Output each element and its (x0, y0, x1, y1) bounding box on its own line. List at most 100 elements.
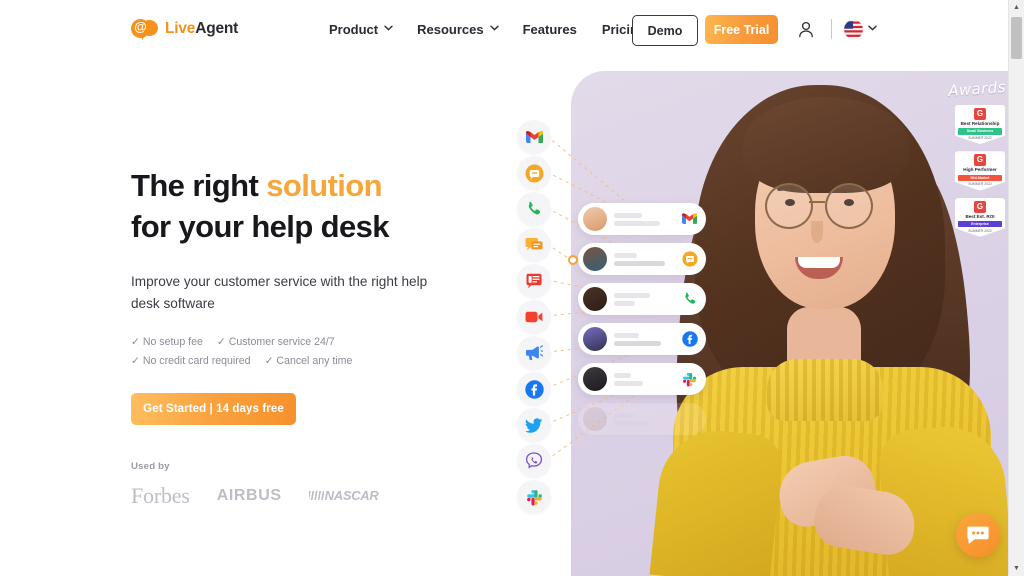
nascar-logo-text: NASCAR (324, 488, 379, 504)
avatar (583, 207, 607, 231)
site-header: @ LiveAgent Product Resources Features P… (0, 0, 1009, 59)
nascar-logo: NASCAR (308, 488, 379, 504)
avatar (583, 327, 607, 351)
get-started-button[interactable]: Get Started | 14 days free (131, 392, 296, 425)
twitter-icon[interactable] (517, 408, 551, 442)
scrollbar-thumb[interactable] (1011, 17, 1022, 59)
tick-row: ✓ No credit card required ✓ Cancel any t… (131, 352, 461, 372)
vertical-scrollbar[interactable]: ▲ ▼ (1008, 0, 1024, 576)
award-badge-category: Small Business (958, 128, 1002, 135)
forbes-logo: Forbes (131, 482, 190, 508)
facebook-icon (681, 331, 698, 348)
phone-icon (681, 291, 698, 308)
message-card[interactable] (578, 363, 706, 395)
us-flag-icon (844, 20, 863, 39)
award-badge-category: Enterprise (958, 220, 1002, 228)
slack-icon[interactable] (517, 480, 551, 514)
placeholder-icon (681, 411, 698, 428)
avatar (583, 367, 607, 391)
logo-word-agent: Agent (195, 20, 239, 37)
viber-icon[interactable] (517, 444, 551, 478)
slack-icon (681, 371, 698, 388)
award-badge-title: Best Est. ROI (965, 213, 995, 219)
g2-icon: G (974, 200, 986, 213)
video-icon[interactable] (517, 300, 551, 334)
messages-icon[interactable] (517, 156, 551, 190)
g2-icon: G (974, 154, 986, 167)
nav-item-product[interactable]: Product (329, 22, 393, 37)
logo-word-live: Live (165, 20, 196, 37)
tick-item: ✓ Customer service 24/7 (216, 335, 335, 348)
award-badge-season: SUMMER 2022 (968, 182, 992, 187)
chat-icon[interactable] (517, 228, 551, 262)
headline-line1-plain: The right (131, 168, 267, 203)
tick-item: ✓ No credit card required (131, 355, 251, 368)
card-placeholder-lines (614, 252, 681, 266)
nav-label-features: Features (522, 22, 577, 37)
card-placeholder-lines (614, 332, 681, 346)
feature-tick-list: ✓ No setup fee ✓ Customer service 24/7 ✓… (131, 333, 461, 372)
chevron-down-icon (384, 25, 393, 33)
nav-label-resources: Resources (417, 22, 484, 37)
scroll-down-arrow[interactable]: ▼ (1009, 561, 1024, 576)
card-placeholder-lines (614, 212, 681, 226)
award-badge: G Best Est. ROI Enterprise SUMMER 2022 (955, 197, 1005, 237)
award-badge-title: High Performer (963, 167, 997, 173)
hero-copy: The right solution for your help desk Im… (131, 165, 461, 509)
language-selector[interactable] (844, 20, 877, 39)
demo-button[interactable]: Demo (632, 15, 698, 46)
message-card[interactable] (578, 203, 706, 235)
avatar (583, 407, 607, 431)
page-title: The right solution for your help desk (131, 165, 461, 247)
tick-item: ✓ Cancel any time (264, 355, 353, 368)
message-card (578, 403, 706, 435)
messages-icon (681, 251, 698, 268)
award-badge-category: Mid-Market (958, 174, 1002, 181)
award-badge-season: SUMMER 2022 (968, 136, 992, 141)
card-placeholder-lines (614, 372, 681, 386)
phone-icon[interactable] (517, 192, 551, 226)
card-placeholder-lines (614, 412, 681, 426)
message-card[interactable] (578, 323, 706, 355)
header-divider (831, 19, 832, 39)
award-badge-title: Best Relationship (960, 121, 1000, 126)
g2-icon: G (974, 108, 986, 120)
headline-accent: solution (266, 168, 382, 203)
chevron-down-icon (489, 25, 499, 33)
nav-item-features[interactable]: Features (523, 22, 577, 37)
free-trial-button[interactable]: Free Trial (705, 15, 778, 44)
logo-wordmark: LiveAgent (165, 20, 238, 38)
chevron-down-icon (868, 25, 877, 33)
channel-icon-rail (517, 120, 553, 516)
scroll-up-arrow[interactable]: ▲ (1009, 0, 1024, 15)
message-card[interactable] (578, 243, 706, 275)
headline-line2: for your help desk (131, 209, 390, 245)
nav-item-resources[interactable]: Resources (417, 22, 499, 37)
megaphone-icon[interactable] (517, 336, 551, 370)
liveagent-logo[interactable]: @ LiveAgent (131, 18, 238, 40)
forum-icon[interactable] (517, 264, 551, 298)
page-root: @ LiveAgent Product Resources Features P… (0, 0, 1024, 576)
nav-label-product: Product (329, 22, 379, 37)
message-card[interactable] (578, 283, 706, 315)
gmail-icon[interactable] (517, 120, 551, 154)
award-badge: G Best Relationship Small Business SUMME… (955, 105, 1005, 145)
used-by-label: Used by (131, 460, 170, 472)
award-badge-season: SUMMER 2022 (968, 228, 992, 233)
logo-mark-icon: @ (131, 18, 158, 40)
avatar (583, 287, 607, 311)
chat-bubble-icon[interactable] (956, 513, 1000, 557)
airbus-logo: AIRBUS (216, 486, 282, 504)
gmail-icon (681, 211, 698, 228)
hero-subheading: Improve your customer service with the r… (131, 274, 428, 311)
award-badge: G High Performer Mid-Market SUMMER 2022 (955, 151, 1005, 191)
facebook-icon[interactable] (517, 372, 551, 406)
awards-title: Awards (947, 78, 1007, 100)
main-navigation: Product Resources Features Pricing (329, 0, 671, 59)
tick-item: ✓ No setup fee (131, 335, 203, 348)
message-card-stack (578, 203, 706, 443)
tick-row: ✓ No setup fee ✓ Customer service 24/7 (131, 333, 461, 353)
card-placeholder-lines (614, 292, 681, 306)
user-icon[interactable] (798, 21, 814, 38)
logo-at-glyph: @ (134, 19, 147, 34)
